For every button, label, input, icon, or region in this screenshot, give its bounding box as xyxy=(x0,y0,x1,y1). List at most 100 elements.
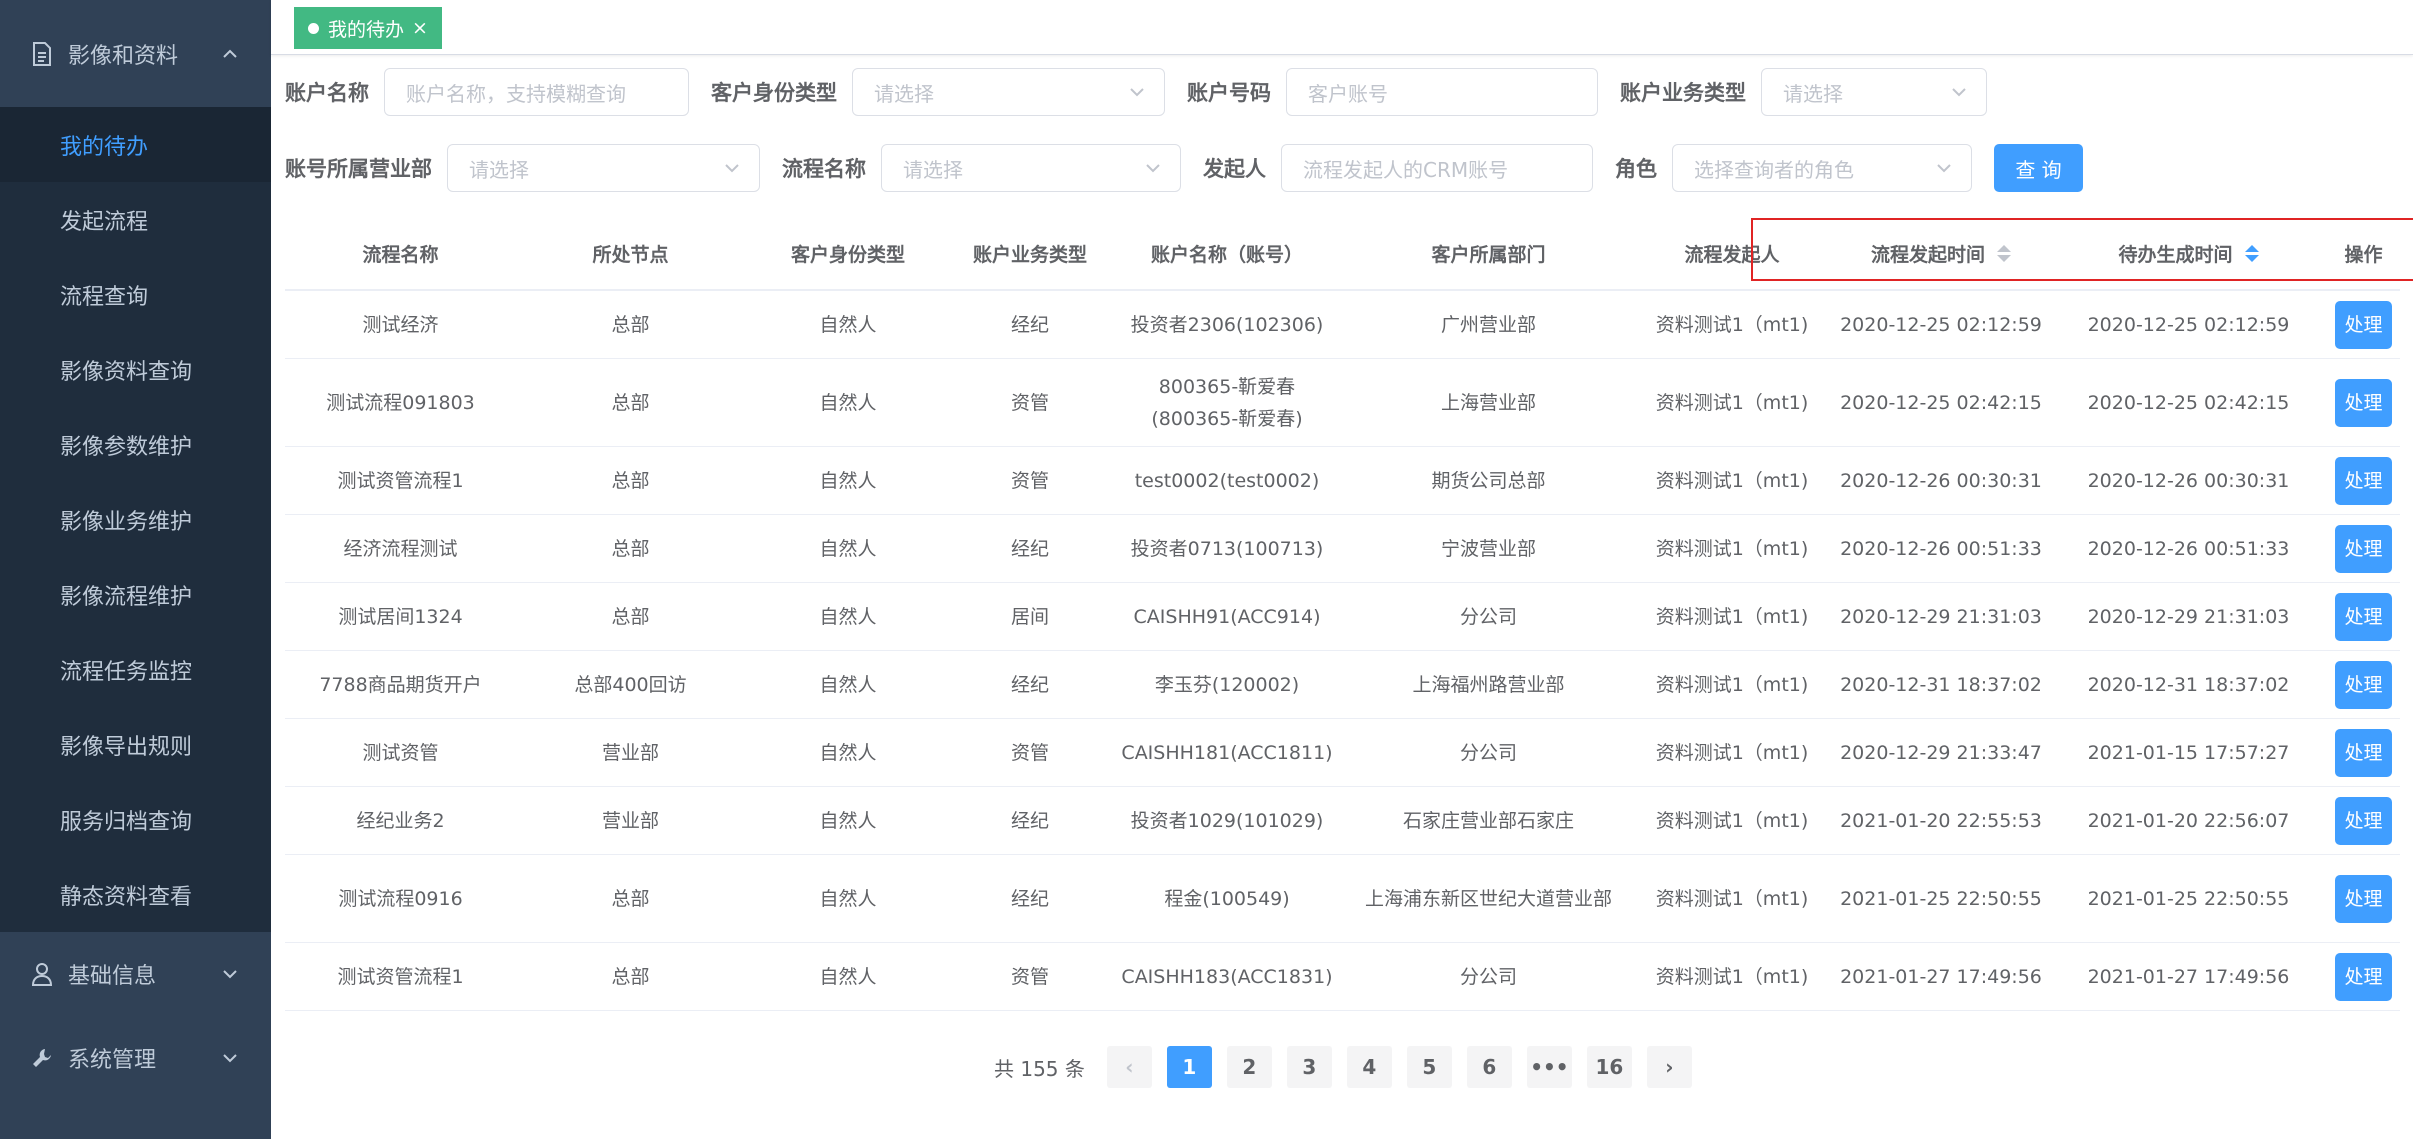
process-button[interactable]: 处理 xyxy=(2335,456,2392,505)
table-cell: 总部400回访 xyxy=(574,673,687,696)
column-header-label: 客户所属部门 xyxy=(1431,244,1546,266)
page-button[interactable]: 6 xyxy=(1466,1046,1512,1088)
sidebar-item-image-flow[interactable]: 影像流程维护 xyxy=(0,557,271,632)
sidebar-item-task-monitor[interactable]: 流程任务监控 xyxy=(0,632,271,707)
action-cell: 处理 xyxy=(2327,291,2400,358)
biz-type-select[interactable]: 请选择 xyxy=(1761,68,1987,116)
page-button[interactable]: 16 xyxy=(1586,1046,1632,1088)
page-button[interactable]: 1 xyxy=(1166,1046,1212,1088)
process-button[interactable]: 处理 xyxy=(2335,874,2392,923)
next-page-button[interactable]: › xyxy=(1646,1046,1692,1088)
table-cell: 自然人 xyxy=(819,965,877,988)
table-cell: 石家庄营业部石家庄 xyxy=(1402,809,1574,832)
table-cell: 测试流程0916 xyxy=(338,887,463,910)
sidebar-item-image-business[interactable]: 影像业务维护 xyxy=(0,482,271,557)
process-button[interactable]: 处理 xyxy=(2335,660,2392,709)
placeholder-text: 流程发起人的CRM账号 xyxy=(1303,157,1509,182)
table-body: 测试经济 总部 自然人 经纪 投资者2306(102306) 广州营业部 资料测试1（mt1… xyxy=(285,291,2400,1011)
process-button[interactable]: 处理 xyxy=(2335,952,2392,1001)
table-cell: 测试资管 xyxy=(362,741,439,764)
table-cell: 2021-01-15 17:57:27 xyxy=(2087,741,2290,764)
sort-icon[interactable] xyxy=(1997,245,2011,262)
page-button[interactable]: 3 xyxy=(1286,1046,1332,1088)
sidebar-item-label: 流程任务监控 xyxy=(60,659,193,685)
table-cell: 2020-12-29 21:31:03 xyxy=(2087,605,2290,628)
user-icon xyxy=(30,962,54,986)
table-cell: 资料测试1（mt1) xyxy=(1655,313,1809,336)
sidebar-item-image-params[interactable]: 影像参数维护 xyxy=(0,407,271,482)
column-header-label: 待办生成时间 xyxy=(2118,244,2233,266)
process-button[interactable]: 处理 xyxy=(2335,728,2392,777)
table-cell: 资料测试1（mt1) xyxy=(1655,391,1809,414)
process-button[interactable]: 处理 xyxy=(2335,300,2392,349)
column-header[interactable]: 待办生成时间 xyxy=(2050,218,2327,289)
account-no-input[interactable]: 客户账号 xyxy=(1286,68,1598,116)
id-type-select[interactable]: 请选择 xyxy=(852,68,1165,116)
table-cell: 测试居间1324 xyxy=(338,605,463,628)
table-cell: 自然人 xyxy=(819,809,877,832)
table-cell: 资料测试1（mt1) xyxy=(1655,887,1809,910)
account-name-input[interactable]: 账户名称，支持模糊查询 xyxy=(384,68,689,116)
sidebar-item-archive-query[interactable]: 服务归档查询 xyxy=(0,782,271,857)
tag-my-todo[interactable]: 我的待办 × xyxy=(294,7,442,49)
chevron-down-icon xyxy=(223,1054,237,1063)
sidebar-item-label: 影像流程维护 xyxy=(60,584,193,610)
prev-page-button[interactable]: ‹ xyxy=(1106,1046,1152,1088)
table-cell: 资料测试1（mt1) xyxy=(1655,965,1809,988)
sidebar-item-start-flow[interactable]: 发起流程 xyxy=(0,182,271,257)
table-cell: 资管 xyxy=(1010,965,1049,988)
placeholder-text: 请选择 xyxy=(1783,81,1843,106)
table-cell: 2021-01-27 17:49:56 xyxy=(1840,965,2042,988)
menu-group-basic-info[interactable]: 基础信息 xyxy=(0,932,271,1016)
chevron-down-icon xyxy=(1937,164,1951,173)
sidebar-item-flow-query[interactable]: 流程查询 xyxy=(0,257,271,332)
table-cell: 营业部 xyxy=(601,741,659,764)
column-header: 客户所属部门 xyxy=(1345,218,1632,289)
more-pages-button[interactable]: ••• xyxy=(1526,1046,1572,1088)
tags-view: 我的待办 × xyxy=(271,0,2413,55)
sidebar-item-image-query[interactable]: 影像资料查询 xyxy=(0,332,271,407)
menu-group-imaging[interactable]: 影像和资料 xyxy=(0,0,271,107)
column-header: 账户名称（账号） xyxy=(1109,218,1345,289)
table-cell: 自然人 xyxy=(819,673,877,696)
table-cell: 宁波营业部 xyxy=(1440,537,1536,560)
table-cell: 程金(100549) xyxy=(1164,887,1290,910)
close-icon[interactable]: × xyxy=(412,17,428,39)
role-select[interactable]: 选择查询者的角色 xyxy=(1672,144,1972,192)
process-button[interactable]: 处理 xyxy=(2335,524,2392,573)
account-no-label: 账户号码 xyxy=(1187,81,1271,105)
query-button[interactable]: 查 询 xyxy=(1994,144,2083,192)
table-header: 流程名称 所处节点 客户身份类型 账户业务类型 账户名称（账号） 客户所属部门 流程发起人 流… xyxy=(285,218,2413,291)
column-header: 流程发起人 xyxy=(1632,218,1832,289)
sidebar-item-export-rules[interactable]: 影像导出规则 xyxy=(0,707,271,782)
table-cell: 2021-01-20 22:55:53 xyxy=(1840,809,2042,832)
process-button[interactable]: 处理 xyxy=(2335,796,2392,845)
table-cell: CAISHH91(ACC914) xyxy=(1133,605,1321,628)
sidebar-item-label: 流程查询 xyxy=(60,284,149,310)
table-cell: 测试资管流程1 xyxy=(337,469,464,492)
initiator-input[interactable]: 流程发起人的CRM账号 xyxy=(1281,144,1593,192)
page-button[interactable]: 2 xyxy=(1226,1046,1272,1088)
table-cell: 资管 xyxy=(1010,741,1049,764)
table-cell: 总部 xyxy=(611,469,650,492)
table-row: 测试资管 营业部 自然人 资管 CAISHH181(ACC1811) 分公司 资料测试1（m… xyxy=(285,719,2400,787)
table-cell: 2021-01-25 22:50:55 xyxy=(1840,887,2042,910)
action-cell: 处理 xyxy=(2327,583,2400,650)
sidebar-item-my-todo[interactable]: 我的待办 xyxy=(0,107,271,182)
column-header[interactable]: 流程发起时间 xyxy=(1832,218,2050,289)
process-button[interactable]: 处理 xyxy=(2335,378,2392,427)
menu-group-system[interactable]: 系统管理 xyxy=(0,1016,271,1100)
dept-select[interactable]: 请选择 xyxy=(447,144,760,192)
todo-table: 流程名称 所处节点 客户身份类型 账户业务类型 账户名称（账号） 客户所属部门 流程发起人 流… xyxy=(285,218,2413,1011)
process-button[interactable]: 处理 xyxy=(2335,592,2392,641)
chevron-down-icon xyxy=(223,970,237,979)
page-button[interactable]: 4 xyxy=(1346,1046,1392,1088)
sort-icon[interactable] xyxy=(2244,245,2259,262)
sidebar-item-static-view[interactable]: 静态资料查看 xyxy=(0,857,271,932)
page-button[interactable]: 5 xyxy=(1406,1046,1452,1088)
table-cell: 2020-12-25 02:42:15 xyxy=(2087,391,2290,414)
flow-name-select[interactable]: 请选择 xyxy=(881,144,1181,192)
chevron-down-icon xyxy=(1952,88,1966,97)
table-cell: 自然人 xyxy=(819,313,877,336)
action-cell: 处理 xyxy=(2327,515,2400,582)
